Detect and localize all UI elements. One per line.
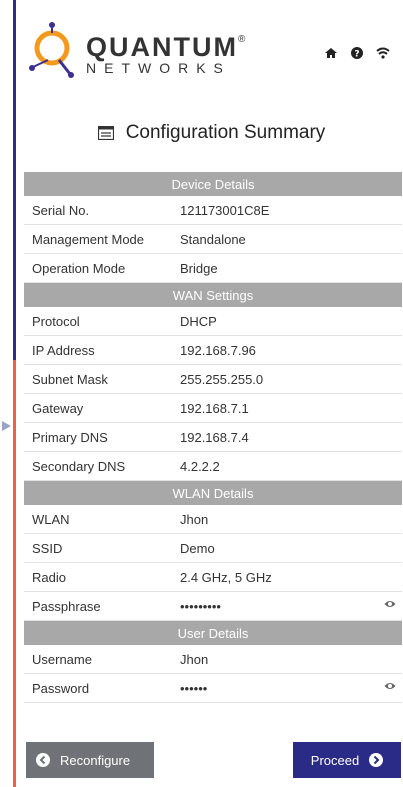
show-password-eye-icon[interactable] <box>384 681 396 691</box>
reconfigure-label: Reconfigure <box>60 752 131 768</box>
summary-list-icon <box>97 126 114 140</box>
table-row: Protocol DHCP <box>24 307 402 336</box>
header-icon-group: ? <box>324 46 390 60</box>
row-value: 255.255.255.0 <box>172 364 402 394</box>
brand-subname: NETWORKS <box>86 60 231 76</box>
passphrase-cell: ••••••••• <box>172 591 402 621</box>
table-row: Secondary DNS 4.2.2.2 <box>24 451 402 481</box>
row-value: 2.4 GHz, 5 GHz <box>172 562 402 592</box>
row-label: Radio <box>24 562 172 592</box>
table-row: SSID Demo <box>24 533 402 563</box>
show-passphrase-eye-icon[interactable] <box>384 599 396 609</box>
passphrase-value: ••••••••• <box>180 598 221 614</box>
configuration-summary-table: Device Details Serial No. 121173001C8E Ma… <box>24 172 402 703</box>
row-label: Management Mode <box>24 224 172 254</box>
row-label: Username <box>24 645 172 674</box>
table-row: Password •••••• <box>24 673 402 703</box>
table-row: Gateway 192.168.7.1 <box>24 393 402 423</box>
row-label: SSID <box>24 533 172 563</box>
row-label: Operation Mode <box>24 253 172 283</box>
row-label: Serial No. <box>24 196 172 225</box>
side-arrow-icon <box>2 421 11 431</box>
section-header-wlan: WLAN Details <box>24 480 402 505</box>
reconfigure-button[interactable]: Reconfigure <box>26 742 154 778</box>
logo-mark-icon <box>29 22 74 78</box>
table-row: WLAN Jhon <box>24 505 402 534</box>
row-value: DHCP <box>172 307 402 336</box>
section-header-user: User Details <box>24 620 402 645</box>
row-label: Secondary DNS <box>24 451 172 481</box>
proceed-button[interactable]: Proceed <box>293 742 401 778</box>
frame-accent-line <box>13 360 16 787</box>
row-value: Demo <box>172 533 402 563</box>
section-header-device: Device Details <box>24 172 402 196</box>
brand-name: QUANTUM <box>86 32 238 62</box>
row-label: Passphrase <box>24 591 172 621</box>
arrow-left-circle-icon <box>36 753 50 767</box>
proceed-label: Proceed <box>310 752 360 768</box>
password-cell: •••••• <box>172 673 402 703</box>
svg-text:?: ? <box>354 50 359 60</box>
app-header: QUANTUM ® NETWORKS ? <box>28 20 398 80</box>
brand-logo: QUANTUM ® NETWORKS <box>28 20 248 80</box>
row-value: 192.168.7.4 <box>172 422 402 452</box>
table-row: Management Mode Standalone <box>24 224 402 254</box>
page-title-text: Configuration Summary <box>125 122 326 143</box>
row-value: Bridge <box>172 253 402 283</box>
table-row: IP Address 192.168.7.96 <box>24 335 402 365</box>
row-value: Jhon <box>172 645 402 674</box>
table-row: Operation Mode Bridge <box>24 253 402 283</box>
table-row: Serial No. 121173001C8E <box>24 196 402 225</box>
row-value: Standalone <box>172 224 402 254</box>
row-value: 192.168.7.96 <box>172 335 402 365</box>
row-label: Primary DNS <box>24 422 172 452</box>
section-header-wan: WAN Settings <box>24 282 402 307</box>
home-icon[interactable] <box>324 46 338 60</box>
row-label: Password <box>24 673 172 703</box>
table-row: Primary DNS 192.168.7.4 <box>24 422 402 452</box>
row-value: Jhon <box>172 505 402 534</box>
table-row: Radio 2.4 GHz, 5 GHz <box>24 562 402 592</box>
table-row: Passphrase ••••••••• <box>24 591 402 621</box>
row-label: IP Address <box>24 335 172 365</box>
row-label: WLAN <box>24 505 172 534</box>
help-icon[interactable]: ? <box>350 46 364 60</box>
row-label: Subnet Mask <box>24 364 172 394</box>
brand-registered-mark: ® <box>238 34 246 45</box>
row-label: Protocol <box>24 307 172 336</box>
row-value: 121173001C8E <box>172 196 402 225</box>
table-row: Subnet Mask 255.255.255.0 <box>24 364 402 394</box>
row-value: 192.168.7.1 <box>172 393 402 423</box>
table-row: Username Jhon <box>24 645 402 674</box>
arrow-right-circle-icon <box>369 753 384 767</box>
password-value: •••••• <box>180 680 208 696</box>
wifi-icon[interactable] <box>376 46 390 60</box>
row-value: 4.2.2.2 <box>172 451 402 481</box>
row-label: Gateway <box>24 393 172 423</box>
page-title: Configuration Summary <box>0 122 403 146</box>
